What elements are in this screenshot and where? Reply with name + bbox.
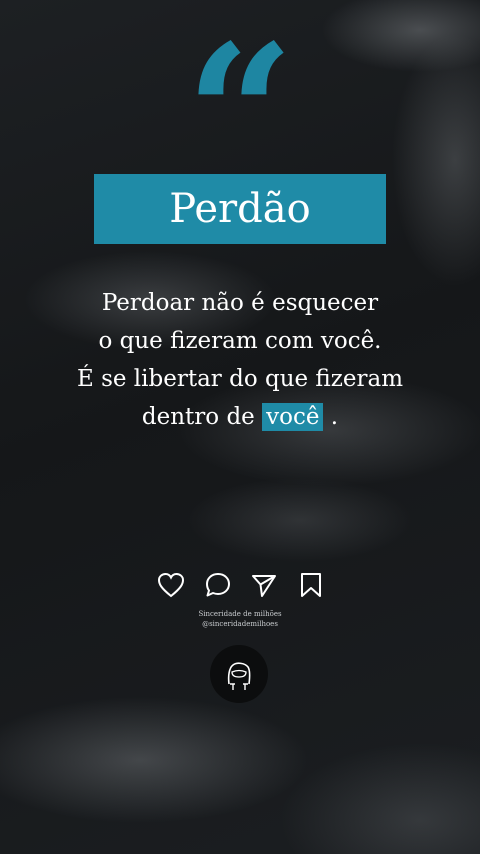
- quote-end-punct: .: [323, 404, 339, 430]
- quote-mark: “: [185, 20, 295, 150]
- send-icon[interactable]: [249, 570, 279, 600]
- highlighted-word: você: [262, 403, 324, 431]
- post-title: Perdão: [169, 186, 311, 232]
- title-banner: Perdão: [94, 174, 386, 244]
- account-credit: Sinceridade de milhões @sinceridademilho…: [0, 609, 480, 629]
- quote-text: Perdoar não é esquecer o que fizeram com…: [0, 284, 480, 436]
- quote-line-1: Perdoar não é esquecer: [101, 290, 379, 316]
- account-handle: @sinceridademilhoes: [202, 620, 278, 628]
- heart-icon[interactable]: [156, 570, 186, 600]
- bookmark-icon[interactable]: [296, 570, 326, 600]
- quote-line-2: o que fizeram com você.: [98, 328, 382, 354]
- account-name: Sinceridade de milhões: [198, 610, 282, 618]
- quote-line-3: É se libertar do que fizeram: [76, 366, 404, 392]
- post-actions: [156, 568, 326, 602]
- flork-avatar-icon: [227, 662, 251, 690]
- quote-line-4-text: dentro de: [141, 404, 255, 430]
- quote-line-4: dentro de você .: [0, 398, 480, 436]
- avatar[interactable]: [210, 645, 268, 703]
- post-canvas: “ Perdão Perdoar não é esquecer o que fi…: [0, 0, 480, 854]
- comment-icon[interactable]: [203, 570, 233, 600]
